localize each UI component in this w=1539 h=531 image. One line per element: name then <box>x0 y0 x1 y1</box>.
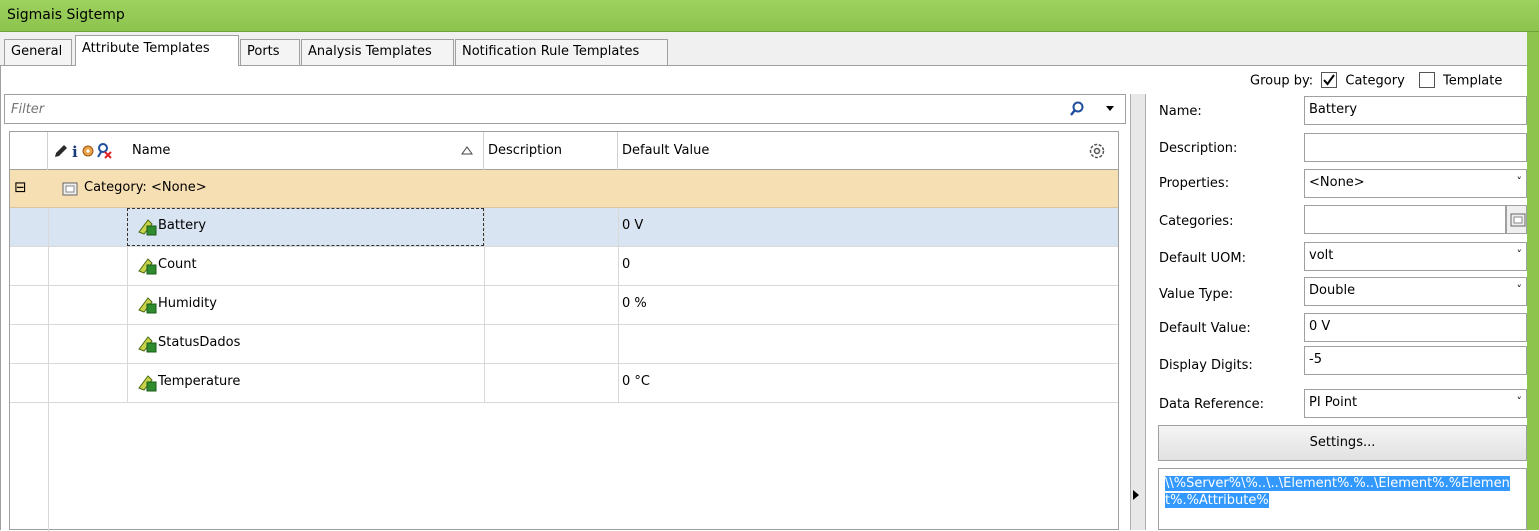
table-row[interactable]: StatusDados <box>10 325 1118 364</box>
tab-bar: General Attribute Templates Ports Analys… <box>0 32 1527 66</box>
value-type-label: Value Type: <box>1159 287 1234 302</box>
column-settings-icon[interactable] <box>1088 142 1106 160</box>
tab-ports[interactable]: Ports <box>240 39 300 65</box>
current-row-arrow-icon <box>1133 490 1139 500</box>
default-value-label: Default Value: <box>1159 321 1251 336</box>
category-folder-icon <box>1510 213 1526 227</box>
template-checkbox-label: Template <box>1443 73 1503 89</box>
dropdown-arrow-icon[interactable] <box>1105 105 1115 113</box>
attribute-template-icon <box>138 375 157 392</box>
category-row[interactable]: ⊟ Category: <None> <box>10 170 1118 208</box>
data-reference-string-field[interactable]: \\%Server%\%..\..\Element%.%..\Element%.… <box>1158 468 1527 530</box>
display-digits-field[interactable]: -5 <box>1304 346 1527 375</box>
tab-analysis-templates[interactable]: Analysis Templates <box>301 39 454 65</box>
tab-attribute-templates[interactable]: Attribute Templates <box>75 35 239 66</box>
attribute-template-icon <box>138 297 157 314</box>
description-label: Description: <box>1159 141 1238 156</box>
table-row[interactable]: Battery 0 V <box>10 208 1118 247</box>
attribute-template-icon <box>138 336 157 353</box>
edit-pencil-icon <box>55 145 67 157</box>
chevron-down-icon: ˅ <box>1516 395 1523 408</box>
default-value-field[interactable]: 0 V <box>1304 313 1527 342</box>
categories-field[interactable] <box>1304 205 1506 234</box>
header-description[interactable]: Description <box>484 132 618 170</box>
header-row-selector <box>10 132 48 170</box>
row-default-value: 0 V <box>622 218 644 233</box>
pane-splitter[interactable] <box>1130 94 1146 530</box>
chevron-down-icon: ˅ <box>1516 175 1523 188</box>
header-name[interactable]: Name <box>128 132 484 170</box>
display-digits-label: Display Digits: <box>1159 358 1253 373</box>
table-row[interactable]: Count 0 <box>10 247 1118 286</box>
data-reference-dropdown[interactable]: PI Point ˅ <box>1304 389 1527 418</box>
svg-text:i: i <box>72 143 78 160</box>
value-type-dropdown[interactable]: Double ˅ <box>1304 277 1527 306</box>
config-icon <box>82 145 94 157</box>
row-name: Count <box>158 257 197 272</box>
attribute-template-icon <box>138 219 157 236</box>
tab-notification-rule-templates[interactable]: Notification Rule Templates <box>455 39 668 65</box>
search-icon[interactable] <box>1069 101 1085 117</box>
table-row[interactable]: Humidity 0 % <box>10 286 1118 325</box>
collapse-toggle[interactable]: ⊟ <box>14 178 27 196</box>
sort-asc-icon <box>461 146 473 155</box>
row-name: Humidity <box>158 296 217 311</box>
window-edge <box>1527 32 1539 530</box>
categories-browse-button[interactable] <box>1506 205 1527 234</box>
description-field[interactable] <box>1304 133 1527 162</box>
attribute-template-icon <box>138 258 157 275</box>
name-field[interactable]: Battery <box>1304 96 1527 125</box>
group-by-options: Group by: Category Template <box>1250 72 1502 90</box>
template-checkbox[interactable] <box>1418 72 1435 88</box>
data-reference-label: Data Reference: <box>1159 397 1265 412</box>
row-name: Temperature <box>158 374 241 389</box>
default-uom-dropdown[interactable]: volt ˅ <box>1304 242 1527 271</box>
settings-button[interactable]: Settings... <box>1158 425 1527 461</box>
tab-general[interactable]: General <box>4 39 72 65</box>
row-default-value: 0 <box>622 257 631 272</box>
group-by-label: Group by: <box>1250 73 1314 89</box>
exclude-icon <box>97 143 112 159</box>
row-default-value: 0 °C <box>622 374 650 389</box>
filter-input[interactable] <box>9 100 1049 118</box>
category-checkbox[interactable] <box>1321 72 1338 88</box>
default-uom-label: Default UOM: <box>1159 251 1246 266</box>
category-label: Category: <None> <box>84 180 207 195</box>
filter-box <box>4 94 1126 124</box>
category-checkbox-label: Category <box>1345 73 1405 89</box>
info-icon: i <box>72 143 78 161</box>
properties-label: Properties: <box>1159 176 1230 191</box>
row-default-value: 0 % <box>622 296 647 311</box>
chevron-down-icon: ˅ <box>1516 283 1523 296</box>
header-icons: i <box>48 132 128 170</box>
check-icon <box>1323 74 1336 86</box>
category-folder-icon <box>62 182 78 196</box>
header-default-value[interactable]: Default Value <box>618 132 1118 170</box>
categories-label: Categories: <box>1159 214 1234 229</box>
table-row[interactable]: Temperature 0 °C <box>10 364 1118 403</box>
properties-dropdown[interactable]: <None> ˅ <box>1304 169 1527 198</box>
window-title: Sigmais Sigtemp <box>7 7 125 23</box>
grid-header: i Name Description Default Value <box>10 132 1118 170</box>
name-label: Name: <box>1159 104 1202 119</box>
window-titlebar: Sigmais Sigtemp <box>0 0 1539 32</box>
reference-string-text: \\%Server%\%..\..\Element%.%..\Element%.… <box>1165 476 1510 508</box>
row-name: StatusDados <box>158 335 241 350</box>
attribute-templates-grid: i Name Description Default Value ⊟ Categ… <box>9 131 1119 531</box>
chevron-down-icon: ˅ <box>1516 248 1523 261</box>
row-name: Battery <box>158 218 207 233</box>
